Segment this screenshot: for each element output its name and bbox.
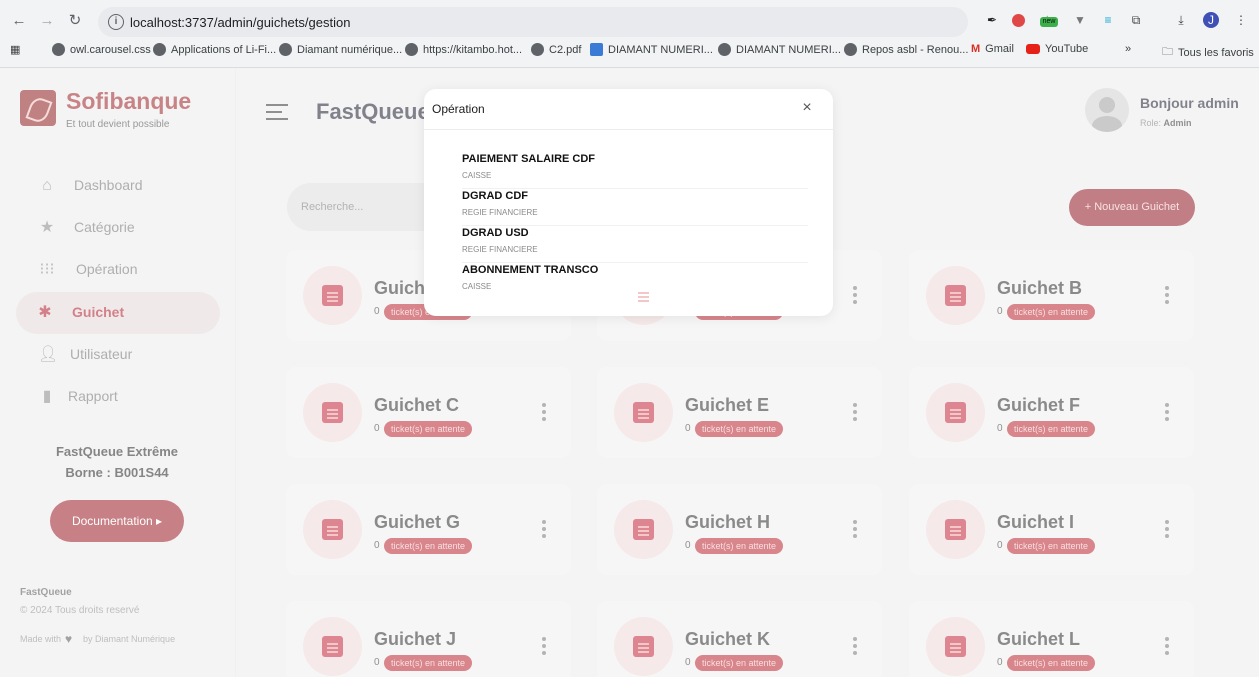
globe-icon [279, 43, 292, 56]
operation-item[interactable]: ABONNEMENT TRANSCO CAISSE [462, 264, 808, 300]
site-info-icon[interactable]: i [108, 14, 124, 30]
bookmark-label: DIAMANT NUMERI... [608, 43, 713, 56]
apps-grid-icon[interactable]: ▦ [10, 43, 20, 56]
bookmark-item[interactable]: owl.carousel.css [52, 43, 151, 56]
new-badge: new [1042, 18, 1056, 25]
vue-extension-icon[interactable]: ▼ [1072, 12, 1088, 28]
new-extension-icon[interactable]: new [1040, 17, 1058, 27]
bookmark-label: YouTube [1045, 43, 1089, 55]
bookmarks-bar: ▦ owl.carousel.css Applications of Li-Fi… [0, 40, 1259, 64]
all-bookmarks[interactable]: 🗀 Tous les favoris [1162, 43, 1254, 62]
bookmark-item[interactable]: Repos asbl - Renou... [844, 43, 968, 56]
profile-avatar-icon[interactable]: J [1203, 12, 1219, 28]
gmail-icon: M [971, 43, 981, 55]
bookmark-label: Diamant numérique... [297, 43, 403, 56]
diamant-logo-icon [590, 43, 603, 56]
more-bookmarks-button[interactable]: » [1125, 43, 1131, 55]
bookmark-item[interactable]: C2.pdf [531, 43, 581, 56]
list-extension-icon[interactable]: ≡ [1100, 12, 1116, 28]
globe-icon [844, 43, 857, 56]
url-text[interactable]: localhost:3737/admin/guichets/gestion [130, 15, 350, 30]
bookmark-item[interactable]: Applications of Li-Fi... [153, 43, 276, 56]
globe-icon [52, 43, 65, 56]
globe-icon [718, 43, 731, 56]
pen-extension-icon[interactable]: ✒ [984, 12, 1000, 28]
bookmark-item[interactable]: YouTube [1026, 43, 1088, 55]
operation-name: DGRAD USD [462, 227, 529, 239]
folder-icon: 🗀 [1162, 46, 1173, 58]
modal-title: Opération [432, 102, 485, 116]
globe-icon [405, 43, 418, 56]
operation-category: REGIE FINANCIERE [462, 208, 538, 217]
operation-name: PAIEMENT SALAIRE CDF [462, 153, 596, 165]
browser-nav-row: ← → ↻ i localhost:3737/admin/guichets/ge… [0, 4, 1259, 38]
bookmark-label: Gmail [985, 43, 1014, 55]
operation-name: ABONNEMENT TRANSCO [462, 264, 599, 276]
bookmark-item[interactable]: Diamant numérique... [279, 43, 402, 56]
globe-icon [153, 43, 166, 56]
browser-chrome: ← → ↻ i localhost:3737/admin/guichets/ge… [0, 0, 1259, 68]
puzzle-extensions-icon[interactable]: ⧉ [1128, 12, 1144, 28]
download-icon[interactable]: ⤓ [1173, 12, 1189, 28]
bookmark-label: Applications of Li-Fi... [171, 43, 277, 56]
bookmark-label: C2.pdf [549, 43, 582, 56]
modal-divider [424, 129, 833, 130]
globe-icon [531, 43, 544, 56]
youtube-icon [1026, 44, 1040, 54]
bookmark-item[interactable]: M Gmail [971, 43, 1014, 55]
operation-name: DGRAD CDF [462, 190, 528, 202]
bookmark-label: DIAMANT NUMERI... [736, 43, 841, 56]
bookmark-item[interactable]: DIAMANT NUMERI... [590, 43, 713, 56]
operation-category: REGIE FINANCIERE [462, 245, 538, 254]
all-bookmarks-label: Tous les favoris [1178, 46, 1254, 59]
browser-menu-icon[interactable]: ⋮ [1233, 12, 1249, 28]
reload-icon[interactable]: ↻ [64, 10, 86, 32]
shield-extension-icon[interactable] [1012, 14, 1025, 27]
bookmark-label: owl.carousel.css [70, 43, 151, 56]
operation-item[interactable]: DGRAD USD REGIE FINANCIERE [462, 227, 808, 263]
forward-icon[interactable]: → [36, 10, 58, 32]
operation-modal: Opération × PAIEMENT SALAIRE CDF CAISSE … [424, 89, 833, 316]
bookmark-item[interactable]: DIAMANT NUMERI... [718, 43, 841, 56]
operation-category: CAISSE [462, 282, 492, 291]
operation-item[interactable]: DGRAD CDF REGIE FINANCIERE [462, 190, 808, 226]
bookmark-label: Repos asbl - Renou... [862, 43, 969, 56]
operation-category: CAISSE [462, 171, 492, 180]
bookmark-label: https://kitambo.hot... [423, 43, 523, 56]
close-icon[interactable]: × [800, 100, 814, 116]
back-icon[interactable]: ← [8, 10, 30, 32]
bookmark-item[interactable]: https://kitambo.hot... [405, 43, 522, 56]
address-bar[interactable]: i localhost:3737/admin/guichets/gestion … [98, 7, 1054, 37]
operation-item[interactable]: PAIEMENT SALAIRE CDF CAISSE [462, 153, 808, 189]
